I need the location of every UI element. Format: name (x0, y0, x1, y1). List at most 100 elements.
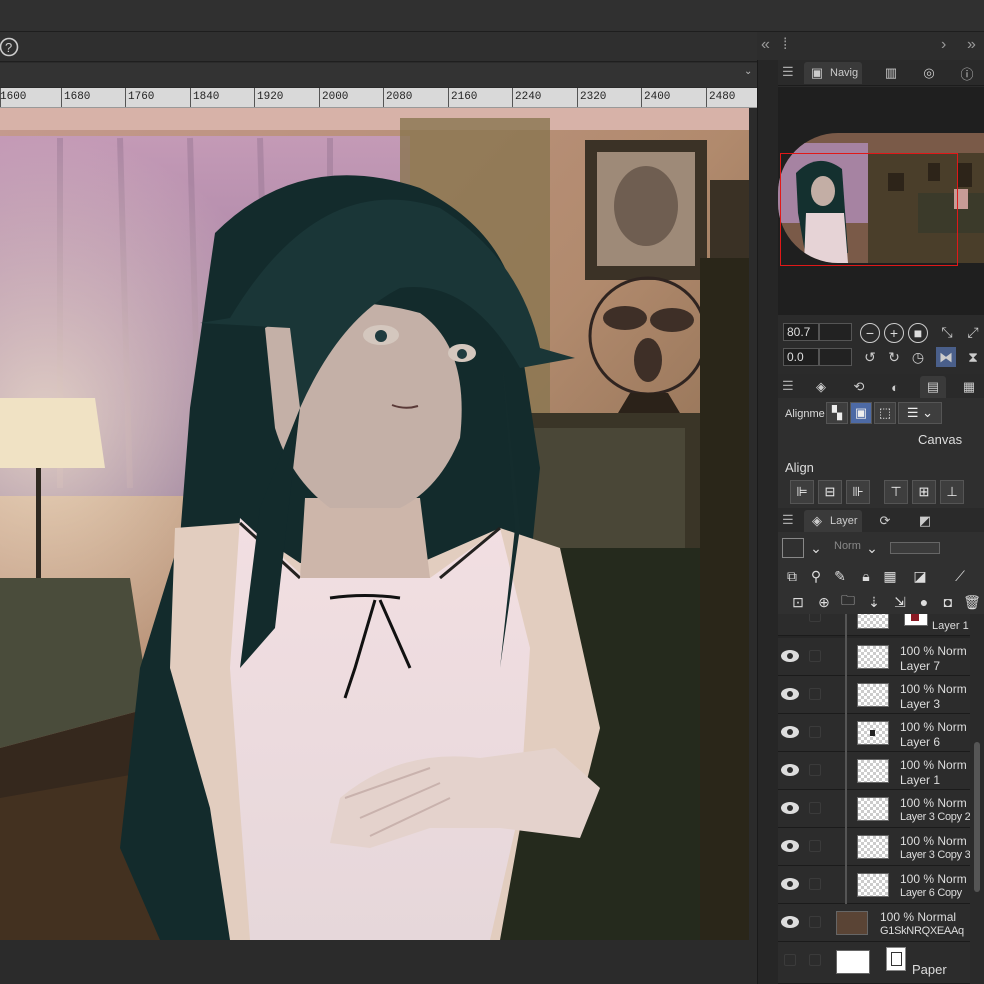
layer-lock-checkbox[interactable] (809, 614, 821, 622)
align-top-icon[interactable]: ⊤ (884, 480, 908, 504)
tab-sub-view[interactable]: ▥ (878, 62, 904, 84)
chevron-down-icon[interactable]: ⌄ (744, 66, 756, 80)
transfer-down-icon[interactable]: ⇣ (864, 592, 884, 612)
zoom-field[interactable]: 80.7 (783, 323, 819, 341)
eye-icon[interactable] (780, 838, 800, 854)
align-dropdown-button[interactable]: ☰ ⌄ (898, 402, 942, 424)
panel-divider[interactable] (757, 32, 778, 984)
eye-icon[interactable] (780, 762, 800, 778)
layer-lock-checkbox[interactable] (809, 726, 821, 738)
blend-mode-select[interactable]: Norm (834, 540, 861, 552)
align-object-icon[interactable]: ▚ (826, 402, 848, 424)
tab-info[interactable]: ⓘ (954, 62, 980, 84)
draft-icon[interactable]: ✎ (830, 566, 850, 586)
layer-row[interactable]: 100 % Norm Layer 6 (778, 713, 970, 753)
zoom-out-icon[interactable]: − (860, 323, 880, 343)
scrollbar-thumb[interactable] (974, 742, 980, 892)
new-vector-icon[interactable]: ⊕ (814, 592, 834, 612)
tab-tool-property[interactable]: ◎ (916, 62, 942, 84)
zoom-in-icon[interactable]: + (884, 323, 904, 343)
drawing-canvas[interactable] (0, 108, 749, 940)
panel-menu-icon[interactable]: ☰ (782, 378, 794, 394)
layer-row[interactable]: 100 % Norm Layer 6 Copy (778, 865, 970, 905)
eye-icon[interactable] (780, 724, 800, 740)
navigator-preview[interactable] (778, 87, 984, 315)
chevron-right-icon[interactable]: › (941, 36, 946, 54)
navigator-view-frame[interactable] (780, 153, 958, 266)
layer-lock-checkbox[interactable] (809, 840, 821, 852)
tab-navigator[interactable]: ▣ Navig (804, 62, 863, 84)
align-canvas-icon[interactable]: ▣ (850, 402, 872, 424)
layer-row[interactable]: Layer 1 (778, 614, 970, 637)
rotate-left-icon[interactable]: ↺ (860, 347, 880, 367)
merge-down-icon[interactable]: ⇲ (890, 592, 910, 612)
tab-align[interactable]: ▤ (920, 376, 946, 398)
eye-icon[interactable] (780, 876, 800, 892)
layer-row[interactable]: 100 % Norm Layer 3 Copy 3 (778, 827, 970, 867)
lock-icon[interactable]: 🔒︎ (856, 566, 876, 586)
layer-lock-checkbox[interactable] (809, 954, 821, 966)
tab-extra[interactable]: ▦ (956, 376, 982, 398)
align-right-icon[interactable]: ⊪ (846, 480, 870, 504)
mask-enable-icon[interactable]: ◪ (910, 566, 930, 586)
reset-rotation-icon[interactable]: ◷ (908, 347, 928, 367)
clip-icon[interactable]: ⧉ (782, 566, 802, 586)
align-center-v-icon[interactable]: ⊞ (912, 480, 936, 504)
reference-icon[interactable]: ⚲ (806, 566, 826, 586)
panel-menu-icon[interactable]: ☰ (782, 64, 794, 80)
layer-lock-checkbox[interactable] (809, 802, 821, 814)
panel-menu-icon[interactable]: ☰ (782, 512, 794, 528)
collapse-right-icon[interactable]: » (967, 36, 976, 54)
tab-layer-search[interactable]: ◩ (912, 510, 938, 532)
tab-history[interactable]: ⟲ (846, 376, 872, 398)
opacity-slider[interactable] (890, 542, 940, 554)
layer-visibility-checkbox[interactable] (784, 954, 796, 966)
align-center-h-icon[interactable]: ⊟ (818, 480, 842, 504)
eye-icon[interactable] (780, 800, 800, 816)
tab-search[interactable]: ◐ (882, 376, 908, 398)
align-bottom-icon[interactable]: ⊥ (940, 480, 964, 504)
ruler-enable-icon[interactable]: ⟋ (950, 566, 970, 586)
align-left-icon[interactable]: ⊫ (790, 480, 814, 504)
eye-icon[interactable] (780, 686, 800, 702)
fit-window-icon[interactable]: ⤢ (963, 322, 983, 342)
chevron-down-icon[interactable]: ⌄ (806, 538, 826, 558)
new-raster-icon[interactable]: ⊡ (788, 592, 808, 612)
help-icon[interactable]: ? (0, 36, 22, 58)
fit-icon[interactable]: ⤡ (937, 322, 957, 342)
rotate-right-icon[interactable]: ↻ (884, 347, 904, 367)
flip-horizontal-icon[interactable]: ⧓ (936, 347, 956, 367)
layer-row[interactable]: 100 % Normal G1SkNRQXEAAq (778, 904, 970, 942)
layer-lock-checkbox[interactable] (809, 878, 821, 890)
lock-transparent-icon[interactable]: ▦ (880, 566, 900, 586)
actual-size-icon[interactable]: ■ (908, 323, 928, 343)
layer-color-swatch[interactable] (782, 538, 804, 558)
layer-lock-checkbox[interactable] (809, 688, 821, 700)
layer-row[interactable]: 100 % Norm Layer 3 (778, 675, 970, 715)
layer-list[interactable]: Layer 1 100 % Norm Layer 7 100 % Norm La… (778, 614, 970, 984)
grip-icon[interactable]: ⁞ (783, 36, 787, 54)
layer-row[interactable]: Paper (778, 942, 970, 984)
zoom-slider[interactable] (819, 323, 852, 341)
layer-mask-icon[interactable]: ● (914, 592, 934, 612)
layer-row[interactable]: 100 % Norm Layer 3 Copy 2 (778, 789, 970, 829)
layer-row[interactable]: 100 % Norm Layer 1 (778, 751, 970, 791)
rotation-slider[interactable] (819, 348, 852, 366)
blend-chevron-icon[interactable]: ⌄ (862, 538, 882, 558)
new-folder-icon[interactable]: 🗀︎ (838, 592, 858, 612)
eye-icon[interactable] (780, 914, 800, 930)
rotation-field[interactable]: 0.0 (783, 348, 819, 366)
layer-scrollbar[interactable] (970, 614, 984, 984)
eye-icon[interactable] (780, 648, 800, 664)
collapse-left-icon[interactable]: « (761, 36, 770, 54)
align-selection-icon[interactable]: ⬚ (874, 402, 896, 424)
layer-row[interactable]: 100 % Norm Layer 7 (778, 637, 970, 677)
flip-vertical-icon[interactable]: ⧗ (963, 347, 983, 367)
layer-lock-checkbox[interactable] (809, 764, 821, 776)
tab-layer-property[interactable]: ⟳ (872, 510, 898, 532)
layer-lock-checkbox[interactable] (809, 650, 821, 662)
layer-lock-checkbox[interactable] (809, 916, 821, 928)
tab-layer[interactable]: ◈ Layer (804, 510, 862, 532)
trash-icon[interactable]: 🗑︎ (962, 592, 982, 612)
tab-material[interactable]: ◈ (808, 376, 834, 398)
